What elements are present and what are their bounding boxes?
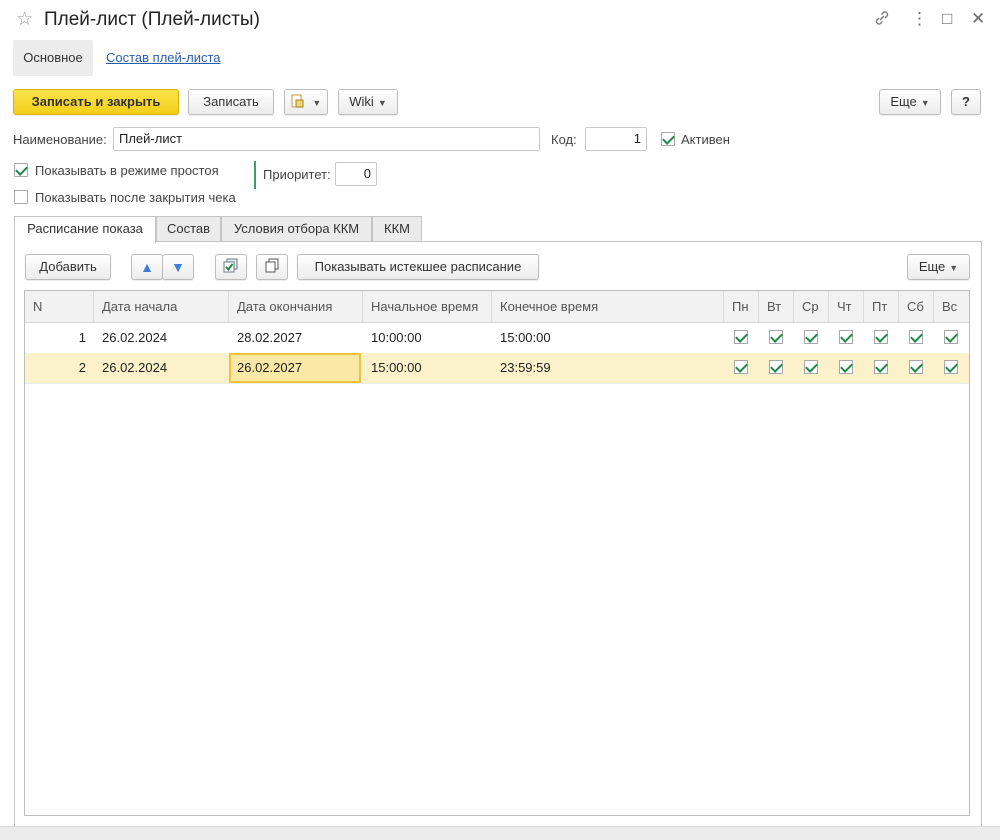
save-and-close-button[interactable]: Записать и закрыть: [13, 89, 179, 115]
day-sun-checkbox[interactable]: [944, 360, 958, 374]
window-bottom-edge: [0, 826, 1000, 840]
code-field[interactable]: 1: [585, 127, 647, 151]
tab-kkm-conditions[interactable]: Условия отбора ККМ: [221, 216, 372, 242]
chevron-down-icon: ▼: [920, 98, 930, 108]
more-label: Еще: [890, 94, 917, 109]
table-header: N Дата начала Дата окончания Начальное в…: [25, 291, 969, 323]
day-thu-checkbox[interactable]: [839, 360, 853, 374]
add-button[interactable]: Добавить: [25, 254, 111, 280]
check-all-icon: [223, 258, 239, 274]
col-thu[interactable]: Чт: [829, 291, 864, 322]
table-row[interactable]: 2 26.02.2024 26.02.2027 15:00:00 23:59:5…: [25, 353, 969, 384]
cell-end-date[interactable]: 26.02.2027: [229, 353, 361, 383]
priority-field[interactable]: 0: [335, 162, 377, 186]
wiki-label: Wiki: [349, 94, 374, 109]
tab-kkm[interactable]: ККМ: [372, 216, 422, 242]
cell-start-time[interactable]: 15:00:00: [363, 353, 492, 383]
help-button[interactable]: ?: [951, 89, 981, 115]
tab-schedule[interactable]: Расписание показа: [14, 216, 156, 243]
schedule-table[interactable]: N Дата начала Дата окончания Начальное в…: [24, 290, 970, 816]
day-wed-checkbox[interactable]: [804, 330, 818, 344]
day-sat-checkbox[interactable]: [909, 330, 923, 344]
name-label: Наименование:: [13, 132, 107, 147]
cell-end-date[interactable]: 28.02.2027: [229, 323, 363, 353]
col-sat[interactable]: Сб: [899, 291, 934, 322]
after-receipt-label: Показывать после закрытия чека: [35, 190, 236, 205]
col-start-date[interactable]: Дата начала: [94, 291, 229, 322]
day-mon-checkbox[interactable]: [734, 360, 748, 374]
idle-mode-label: Показывать в режиме простоя: [35, 163, 219, 178]
after-receipt-checkbox[interactable]: [14, 190, 28, 204]
chevron-down-icon: ▼: [949, 263, 959, 273]
group-separator: [254, 161, 256, 189]
day-fri-checkbox[interactable]: [874, 330, 888, 344]
active-checkbox[interactable]: [661, 132, 675, 146]
copy-button[interactable]: [256, 254, 288, 280]
nav-composition-link[interactable]: Состав плей-листа: [106, 50, 221, 65]
col-mon[interactable]: Пн: [724, 291, 759, 322]
tab-composition[interactable]: Состав: [156, 216, 221, 242]
cell-start-date[interactable]: 26.02.2024: [94, 353, 229, 383]
more-menu-icon[interactable]: ⋮: [911, 9, 928, 29]
table-more-label: Еще: [918, 259, 946, 274]
save-button[interactable]: Записать: [188, 89, 274, 115]
nav-main[interactable]: Основное: [13, 40, 93, 76]
cell-start-time[interactable]: 10:00:00: [363, 323, 492, 353]
day-sat-checkbox[interactable]: [909, 360, 923, 374]
col-sun[interactable]: Вс: [934, 291, 969, 322]
active-label: Активен: [681, 132, 730, 147]
col-start-time[interactable]: Начальное время: [363, 291, 492, 322]
day-tue-checkbox[interactable]: [769, 360, 783, 374]
day-wed-checkbox[interactable]: [804, 360, 818, 374]
copy-icon: [264, 258, 280, 274]
move-up-button[interactable]: ▲: [131, 254, 163, 280]
idle-mode-checkbox[interactable]: [14, 163, 28, 177]
day-mon-checkbox[interactable]: [734, 330, 748, 344]
col-n[interactable]: N: [25, 291, 94, 322]
cell-n: 1: [78, 330, 86, 345]
wiki-button[interactable]: Wiki ▼: [338, 89, 398, 115]
more-button[interactable]: Еще ▼: [879, 89, 941, 115]
favorite-star-icon[interactable]: ☆: [16, 8, 33, 31]
priority-label: Приоритет:: [263, 167, 331, 182]
day-thu-checkbox[interactable]: [839, 330, 853, 344]
arrow-down-icon: ▼: [171, 259, 185, 275]
cell-end-time[interactable]: 23:59:59: [492, 353, 724, 383]
code-label: Код:: [551, 132, 577, 147]
arrow-up-icon: ▲: [140, 259, 154, 275]
cell-start-date[interactable]: 26.02.2024: [94, 323, 229, 353]
close-icon[interactable]: ✕: [971, 9, 985, 29]
title-bar: ☆ Плей-лист (Плей-листы) ⋮ □ ✕: [0, 0, 1000, 40]
col-end-date[interactable]: Дата окончания: [229, 291, 363, 322]
show-expired-button[interactable]: Показывать истекшее расписание: [297, 254, 539, 280]
day-sun-checkbox[interactable]: [944, 330, 958, 344]
link-icon[interactable]: [873, 9, 891, 32]
col-fri[interactable]: Пт: [864, 291, 899, 322]
day-tue-checkbox[interactable]: [769, 330, 783, 344]
chevron-down-icon: ▼: [377, 98, 387, 108]
col-end-time[interactable]: Конечное время: [492, 291, 724, 322]
maximize-icon[interactable]: □: [942, 9, 952, 29]
col-wed[interactable]: Ср: [794, 291, 829, 322]
move-down-button[interactable]: ▼: [162, 254, 194, 280]
document-clip-icon: [291, 94, 309, 109]
table-row[interactable]: 1 26.02.2024 28.02.2027 10:00:00 15:00:0…: [25, 323, 969, 354]
day-fri-checkbox[interactable]: [874, 360, 888, 374]
attachments-button[interactable]: ▼: [284, 89, 328, 115]
col-tue[interactable]: Вт: [759, 291, 794, 322]
cell-end-time[interactable]: 15:00:00: [492, 323, 724, 353]
name-field[interactable]: Плей-лист: [113, 127, 540, 151]
table-more-button[interactable]: Еще ▼: [907, 254, 970, 280]
cell-n: 2: [78, 360, 86, 375]
check-all-button[interactable]: [215, 254, 247, 280]
window-title: Плей-лист (Плей-листы): [44, 9, 260, 30]
chevron-down-icon: ▼: [312, 98, 322, 108]
